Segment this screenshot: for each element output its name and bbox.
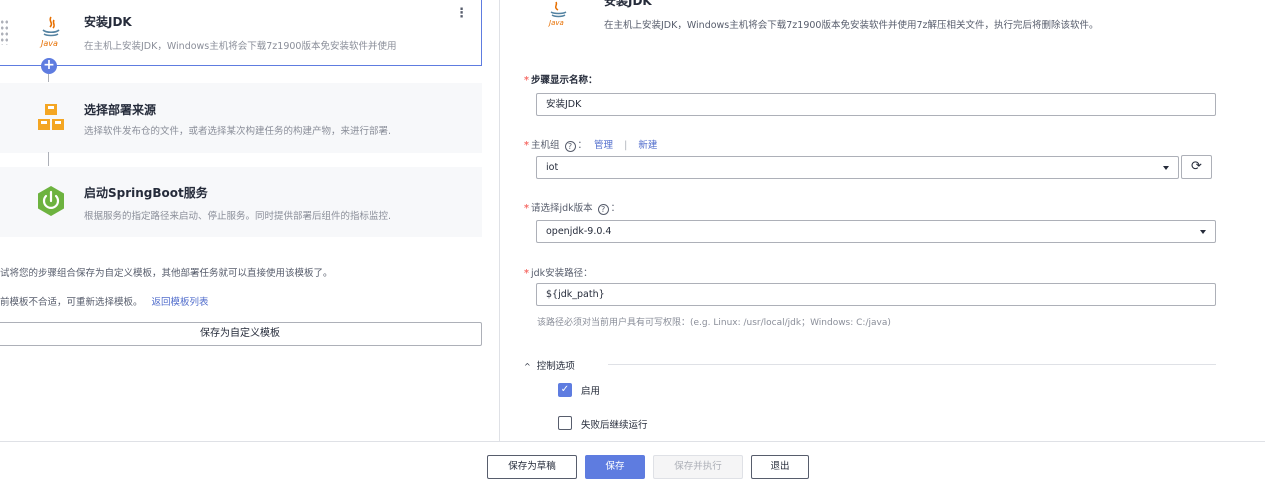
step-title: 启动SpringBoot服务 — [84, 186, 208, 200]
step-name-input[interactable]: 安装JDK — [536, 93, 1216, 116]
java-icon: Java — [39, 16, 60, 48]
continue-on-failure-checkbox[interactable] — [558, 416, 572, 430]
help-icon[interactable]: ? — [597, 204, 609, 215]
help-icon[interactable]: ? — [564, 141, 576, 152]
exit-button[interactable]: 退出 — [751, 455, 809, 479]
control-options-toggle[interactable]: ^ 控制选项 — [524, 358, 575, 372]
reselect-template-hint: 前模板不合适，可重新选择模板。 返回模板列表 — [0, 294, 209, 308]
save-draft-button[interactable]: 保存为草稿 — [487, 455, 577, 479]
save-and-run-button[interactable]: 保存并执行 — [653, 455, 743, 479]
host-group-value: iot — [546, 162, 559, 173]
springboot-power-icon — [38, 186, 64, 216]
section-divider — [608, 364, 1216, 365]
back-to-template-list-link[interactable]: 返回模板列表 — [152, 297, 209, 308]
save-button[interactable]: 保存 — [585, 455, 645, 479]
detail-title: 安装JDK — [604, 0, 652, 8]
step-desc: 在主机上安装JDK，Windows主机将会下载7z1900版本免安装软件并使用 — [84, 41, 397, 52]
enable-checkbox[interactable]: ✓ — [558, 383, 572, 397]
step-card-springboot[interactable]: 启动SpringBoot服务 根据服务的指定路径来启动、停止服务。同时提供部署后… — [0, 167, 482, 237]
source-boxes-icon — [38, 104, 64, 130]
step-title: 选择部署来源 — [84, 103, 157, 117]
footer-bar: 保存为草稿 保存 保存并执行 退出 — [0, 441, 1265, 479]
chevron-down-icon — [1163, 166, 1169, 170]
step-title: 安装JDK — [84, 15, 132, 29]
svg-text:Java: Java — [548, 19, 564, 27]
enable-label: 启用 — [581, 386, 601, 397]
step-card-install-jdk[interactable]: Java 安装JDK 在主机上安装JDK，Windows主机将会下载7z1900… — [0, 0, 482, 66]
step-name-label: * 步骤显示名称： — [524, 75, 598, 86]
chevron-down-icon — [1200, 230, 1206, 234]
java-icon: Java — [548, 1, 567, 27]
refresh-icon: ⟳ — [1191, 159, 1202, 174]
steps-panel: Java 安装JDK 在主机上安装JDK，Windows主机将会下载7z1900… — [0, 0, 499, 441]
more-options-icon[interactable]: ⋮ — [455, 6, 468, 22]
host-group-select[interactable]: iot — [536, 156, 1179, 179]
refresh-button[interactable]: ⟳ — [1181, 155, 1212, 179]
step-connector-line — [48, 74, 49, 82]
add-step-button[interactable]: + — [41, 58, 57, 74]
jdk-version-value: openjdk-9.0.4 — [546, 226, 612, 237]
drag-handle-icon[interactable] — [0, 19, 9, 45]
step-card-select-source[interactable]: 选择部署来源 选择软件发布仓的文件，或者选择某次构建任务的构建产物，来进行部署. — [0, 83, 482, 153]
save-as-template-button[interactable]: 保存为自定义模板 — [0, 322, 482, 346]
continue-on-failure-label: 失败后继续运行 — [581, 420, 648, 431]
step-detail-panel: Java 安装JDK 在主机上安装JDK，Windows主机将会下载7z1900… — [500, 0, 1265, 441]
chevron-up-icon: ^ — [524, 362, 531, 371]
jdk-path-input[interactable]: ${jdk_path} — [536, 283, 1216, 306]
jdk-path-hint: 该路径必须对当前用户具有可写权限：(e.g. Linux: /usr/local… — [537, 318, 891, 328]
save-template-hint: 试将您的步骤组合保存为自定义模板，其他部署任务就可以直接使用该模板了。 — [0, 268, 333, 279]
jdk-version-label: * 请选择jdk版本 ?： — [524, 203, 621, 215]
new-host-group-link[interactable]: 新建 — [638, 140, 657, 151]
host-group-label: * 主机组 ?： 管理 | 新建 — [524, 140, 658, 152]
detail-desc: 在主机上安装JDK，Windows主机将会下载7z1900版本免安装软件并使用7… — [604, 20, 1099, 31]
jdk-version-select[interactable]: openjdk-9.0.4 — [536, 220, 1216, 243]
step-connector-line — [48, 152, 49, 166]
manage-link[interactable]: 管理 — [594, 140, 613, 151]
step-desc: 根据服务的指定路径来启动、停止服务。同时提供部署后组件的指标监控. — [84, 211, 392, 222]
reselect-hint-text: 前模板不合适，可重新选择模板。 — [0, 297, 143, 308]
svg-text:Java: Java — [39, 39, 58, 48]
control-options-label: 控制选项 — [536, 361, 575, 372]
step-desc: 选择软件发布仓的文件，或者选择某次构建任务的构建产物，来进行部署. — [84, 126, 392, 137]
jdk-path-label: * jdk安装路径： — [524, 268, 593, 279]
